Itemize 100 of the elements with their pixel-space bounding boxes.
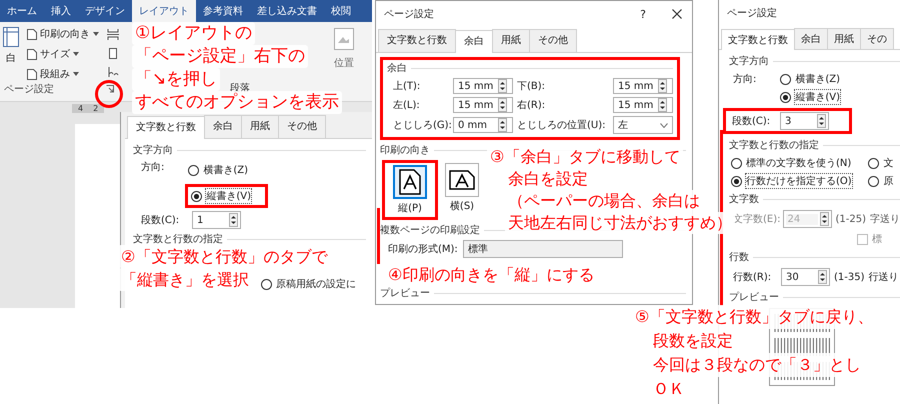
ribbon-tab[interactable]: デザイン	[78, 0, 132, 22]
ribbon-tab[interactable]: 差し込み文書	[250, 0, 324, 22]
radio-label: 縦書き(V)	[795, 90, 840, 104]
caret-down-icon	[93, 32, 99, 36]
radio-button[interactable]	[188, 164, 200, 176]
dialog-title: ページ設定	[727, 6, 777, 20]
section-heading: 文字方向	[729, 54, 769, 68]
hyphenation-icon	[108, 67, 118, 77]
range-label: (1-25)	[836, 214, 866, 224]
landscape-page-icon	[449, 170, 475, 190]
field-label: 右(R):	[517, 99, 546, 112]
field-label: 方向:	[141, 160, 164, 175]
section-heading: 複数ページの印刷設定	[380, 224, 480, 237]
page-icon	[27, 28, 37, 40]
dialog-tab[interactable]: その	[860, 28, 894, 49]
section-heading: プレビュー	[380, 286, 430, 300]
ruler-number: 2	[93, 104, 98, 113]
ribbon-tab[interactable]: 挿入	[44, 0, 78, 22]
radio-label: 原稿用紙の設定に	[276, 278, 356, 291]
spin-button[interactable]	[229, 213, 238, 227]
dialog-tab[interactable]: 用紙	[492, 29, 530, 52]
ribbon-tab[interactable]: レイアウト	[132, 0, 196, 22]
spin-button[interactable]	[818, 270, 827, 284]
ribbon-tab[interactable]: ホーム	[0, 0, 44, 22]
radio-button[interactable]	[261, 278, 272, 290]
dialog-tab[interactable]: 余白	[794, 28, 828, 49]
radio-button[interactable]	[191, 190, 202, 202]
ribbon-button-label[interactable]: 白	[6, 51, 16, 65]
field-label: 字送り	[870, 212, 900, 226]
section-heading: 行数	[729, 251, 749, 264]
dropdown[interactable]: 左	[613, 116, 673, 134]
margins-icon	[3, 27, 19, 47]
radio-label: 標準の文字数を使う(N)	[746, 156, 852, 170]
section-heading: 文字数と行数の指定	[133, 232, 223, 246]
radio-button[interactable]	[731, 176, 742, 186]
dialog-tab[interactable]: 用紙	[827, 28, 861, 49]
dialog-tab[interactable]: 余白	[455, 30, 493, 53]
dialog-launcher-icon[interactable]	[106, 85, 114, 93]
radio-label: 縦書き(V)	[206, 189, 252, 203]
help-button[interactable]: ?	[640, 8, 646, 20]
dropdown[interactable]: 標準	[462, 240, 623, 258]
field-label: 下(B):	[517, 80, 546, 93]
callout-text: ⑤「文字数と行数」タブに戻り、 段数を設定 今回は３段なので「３」とし ＯＫ	[632, 305, 876, 401]
radio-button[interactable]	[780, 92, 792, 102]
field-label: 行数(R):	[733, 271, 772, 284]
range-label: (1-35)	[834, 272, 864, 282]
radio-label: 原	[883, 175, 894, 188]
checkbox[interactable]	[857, 234, 868, 244]
ribbon-tab[interactable]: 参考資料	[196, 0, 250, 22]
field-label: 左(L):	[393, 99, 421, 112]
ribbon-button[interactable]: サイズ	[27, 47, 99, 61]
page-icon	[27, 68, 37, 80]
radio-label: 行数だけを指定する(O)	[746, 174, 852, 188]
checkbox-label: 標	[872, 232, 882, 246]
caret-down-icon	[73, 72, 79, 76]
caret-down-icon	[73, 52, 79, 56]
section-heading: 文字数と行数の指定	[729, 138, 819, 152]
close-icon[interactable]	[672, 9, 682, 19]
group-label: ページ設定	[4, 82, 54, 96]
radio-label: 横書き(Z)	[795, 72, 840, 86]
radio-button[interactable]	[731, 158, 742, 168]
radio-button[interactable]	[868, 176, 880, 186]
spin-button[interactable]	[498, 79, 507, 93]
section-heading: 余白	[387, 62, 407, 75]
dialog-tab[interactable]: その他	[529, 29, 577, 52]
spin-button[interactable]	[817, 114, 826, 128]
field-label: とじしろの位置(U):	[517, 118, 606, 132]
leader-line	[377, 208, 380, 264]
ruler-number: 4	[78, 104, 84, 113]
field-label: 上(T):	[393, 80, 422, 93]
dialog-title: ページ設定	[384, 8, 434, 21]
section-heading: 印刷の向き	[380, 144, 430, 157]
section-heading: 文字方向	[133, 144, 173, 157]
spin-button[interactable]	[498, 118, 507, 132]
ribbon-button[interactable]: 位置	[334, 28, 354, 70]
field-label: 段数(C):	[141, 214, 180, 227]
field-label: 文字数(E):	[733, 212, 778, 226]
page-icon	[27, 48, 37, 60]
dialog-tab[interactable]: その他	[278, 115, 326, 138]
field-label: 印刷の形式(M):	[388, 242, 458, 256]
radio-button[interactable]	[868, 158, 880, 168]
spin-button[interactable]	[658, 79, 667, 93]
group-label: 段落	[230, 82, 250, 94]
field-label: 段数(C):	[732, 115, 772, 128]
spin-button[interactable]	[498, 98, 507, 112]
chevron-down-icon	[660, 122, 668, 128]
dialog-tab[interactable]: 文字数と行数	[127, 116, 205, 139]
radio-label: 文	[883, 156, 894, 170]
ribbon-button[interactable]: 印刷の向き	[27, 27, 99, 41]
radio-button[interactable]	[780, 74, 792, 84]
dialog-tab[interactable]: 文字数と行数	[378, 29, 456, 52]
section-heading: プレビュー	[729, 290, 779, 304]
portrait-page-icon	[399, 169, 421, 195]
dialog-tab[interactable]: 文字数と行数	[721, 29, 795, 50]
ribbon-button[interactable]: 段組み	[27, 67, 99, 81]
field-label: とじしろ(G):	[393, 119, 449, 132]
spin-button[interactable]	[658, 98, 667, 112]
field-label: 方向:	[733, 72, 756, 87]
radio-label: 横書き(Z)	[203, 164, 248, 177]
ribbon-tab[interactable]: 校閲	[324, 0, 358, 22]
